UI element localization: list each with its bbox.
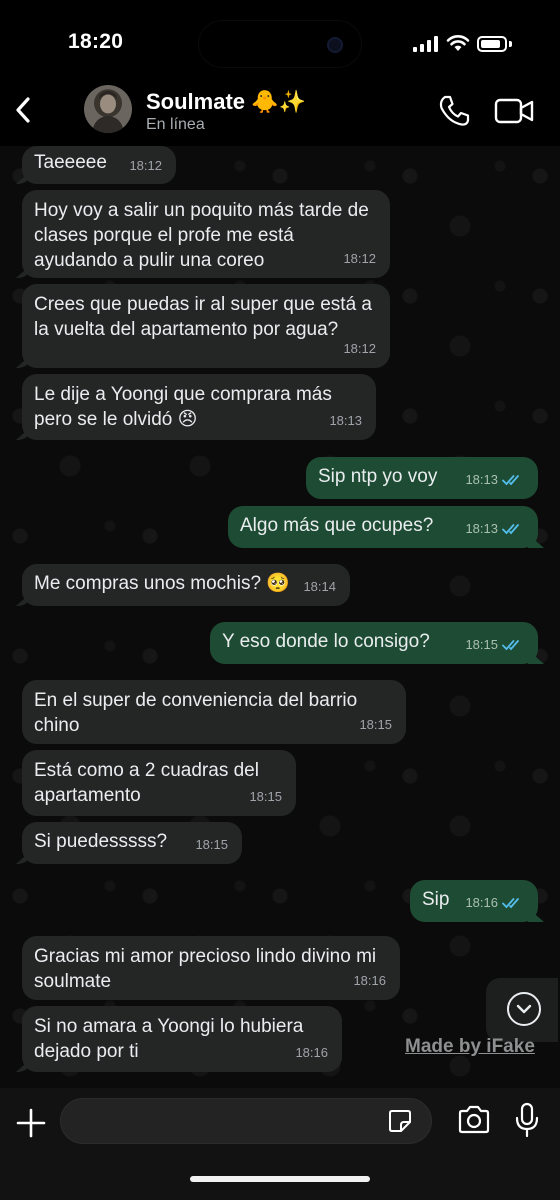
cellular-signal-icon <box>413 36 439 52</box>
message-text: Hoy voy a salir un poquito más tarde de … <box>34 200 369 271</box>
read-receipt-icon <box>502 474 519 485</box>
message-time: 18:13 <box>465 521 498 536</box>
message-time: 18:15 <box>359 717 392 732</box>
sticker-icon <box>389 1110 411 1132</box>
message-text: Le dije a Yoongi que comprara más pero s… <box>34 384 332 430</box>
message-time: 18:13 <box>329 413 362 428</box>
battery-icon <box>477 36 507 52</box>
video-call-button[interactable] <box>494 95 536 127</box>
message-time: 18:14 <box>303 579 336 594</box>
plus-icon <box>16 1108 46 1138</box>
wifi-icon <box>446 35 470 51</box>
message-text: Está como a 2 cuadras del apartamento <box>34 760 259 806</box>
message-time: 18:15 <box>195 837 228 852</box>
chevron-down-icon <box>516 1004 532 1014</box>
dynamic-island <box>198 20 362 68</box>
message-text: En el super de conveniencia del barrio c… <box>34 690 358 736</box>
message-time: 18:12 <box>129 158 162 173</box>
message-outgoing[interactable]: Y eso donde lo consigo? 18:15 <box>210 622 538 664</box>
message-text: Si no amara a Yoongi lo hubiera dejado p… <box>34 1016 304 1062</box>
chevron-left-icon <box>16 97 30 123</box>
contact-photo <box>92 91 124 133</box>
read-receipt-icon <box>502 897 519 908</box>
attach-button[interactable] <box>14 1106 48 1140</box>
message-incoming[interactable]: Taeeeee 18:12 <box>22 146 176 184</box>
video-camera-icon <box>494 98 534 124</box>
message-time: 18:15 <box>465 637 498 652</box>
chat-header: Soulmate 🐥✨ En línea <box>0 76 560 146</box>
microphone-icon <box>515 1102 539 1138</box>
chat-messages-area[interactable]: Taeeeee 18:12 Hoy voy a salir un poquito… <box>0 146 560 1088</box>
message-time: 18:16 <box>295 1045 328 1060</box>
avatar[interactable] <box>84 85 132 133</box>
message-incoming[interactable]: Si no amara a Yoongi lo hubiera dejado p… <box>22 1006 342 1072</box>
battery-level <box>481 40 500 48</box>
watermark: Made by iFake <box>405 1036 535 1057</box>
scroll-circle <box>507 992 541 1026</box>
message-incoming[interactable]: Gracias mi amor precioso lindo divino mi… <box>22 936 400 1000</box>
message-incoming[interactable]: Crees que puedas ir al super que está a … <box>22 284 390 368</box>
front-camera-icon <box>327 37 343 53</box>
voice-call-button[interactable] <box>436 93 472 129</box>
home-indicator[interactable] <box>190 1176 370 1182</box>
battery-tip <box>509 41 512 47</box>
message-time: 18:16 <box>465 895 498 910</box>
message-incoming[interactable]: Me compras unos mochis? 🥺 18:14 <box>22 564 350 606</box>
message-outgoing[interactable]: Sip ntp yo voy 18:13 <box>306 457 538 499</box>
message-input-bar <box>0 1088 560 1200</box>
status-time: 18:20 <box>68 30 124 53</box>
message-incoming[interactable]: Hoy voy a salir un poquito más tarde de … <box>22 190 390 278</box>
message-incoming[interactable]: Está como a 2 cuadras del apartamento 18… <box>22 750 296 816</box>
camera-icon <box>458 1105 490 1134</box>
read-receipt-icon <box>502 639 519 650</box>
microphone-button[interactable] <box>515 1102 539 1138</box>
status-bar: 18:20 <box>0 0 560 76</box>
message-incoming[interactable]: Le dije a Yoongi que comprara más pero s… <box>22 374 376 440</box>
message-input[interactable] <box>60 1098 432 1144</box>
message-outgoing[interactable]: Sip 18:16 <box>410 880 538 922</box>
phone-icon <box>439 95 470 126</box>
message-incoming[interactable]: Si puedesssss? 18:15 <box>22 822 242 864</box>
message-time: 18:13 <box>465 472 498 487</box>
contact-status: En línea <box>146 116 205 133</box>
message-time: 18:12 <box>343 341 376 356</box>
message-text: Me compras unos mochis? 🥺 <box>34 573 290 594</box>
message-text: Crees que puedas ir al super que está a … <box>34 294 372 340</box>
message-text: Gracias mi amor precioso lindo divino mi… <box>34 946 377 992</box>
message-incoming[interactable]: En el super de conveniencia del barrio c… <box>22 680 406 744</box>
sticker-button[interactable] <box>388 1109 412 1133</box>
message-time: 18:12 <box>343 251 376 266</box>
contact-name[interactable]: Soulmate 🐥✨ <box>146 89 306 115</box>
message-time: 18:15 <box>249 789 282 804</box>
scroll-to-bottom-button[interactable] <box>486 978 558 1042</box>
message-outgoing[interactable]: Algo más que ocupes? 18:13 <box>228 506 538 548</box>
camera-button[interactable] <box>457 1105 491 1135</box>
message-time: 18:16 <box>353 973 386 988</box>
read-receipt-icon <box>502 523 519 534</box>
back-button[interactable] <box>6 88 40 132</box>
